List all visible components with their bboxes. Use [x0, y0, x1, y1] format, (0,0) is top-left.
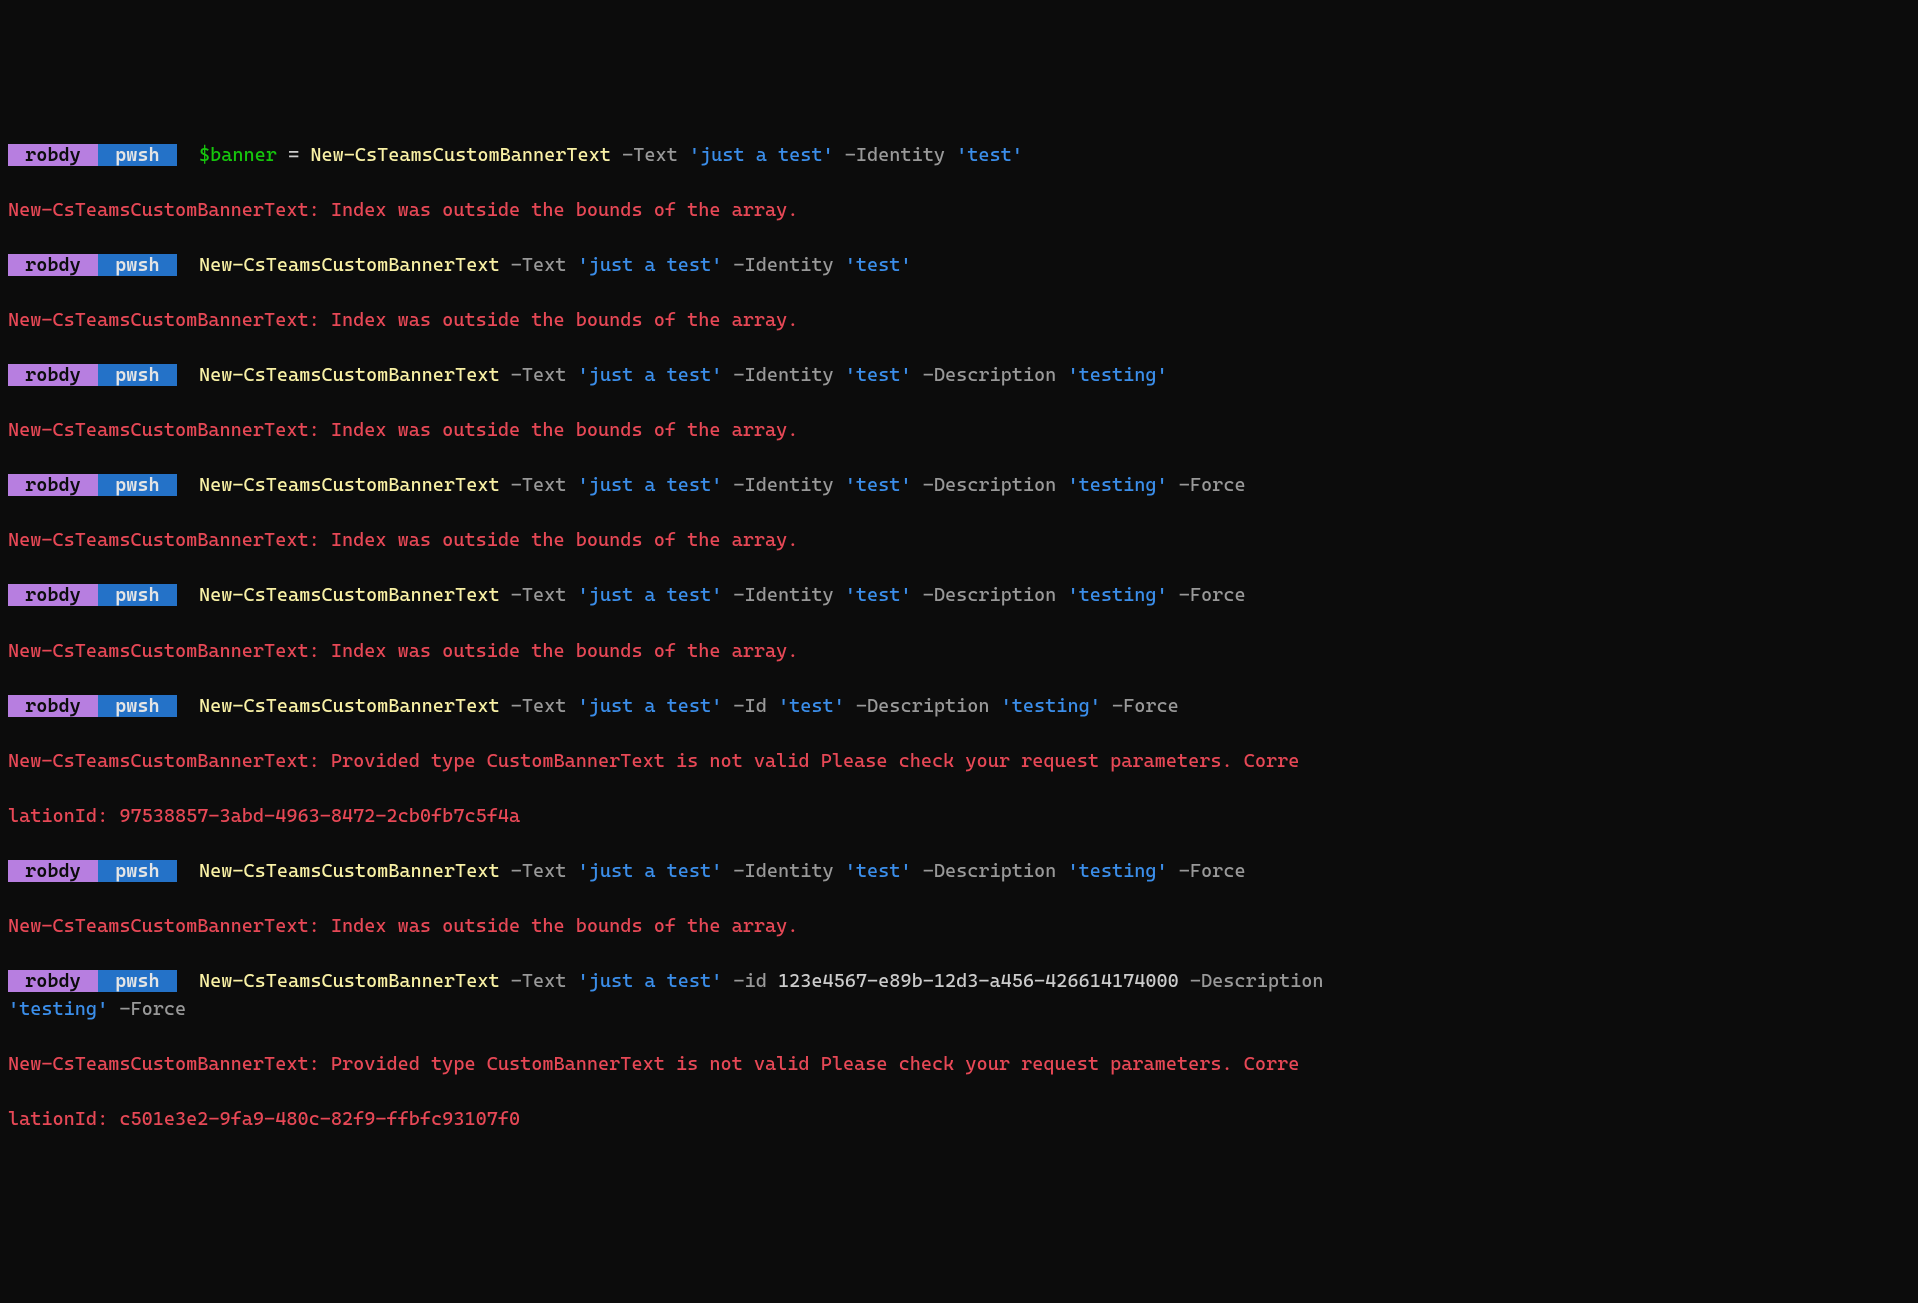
prompt-shell: pwsh — [98, 364, 177, 386]
prompt-shell: pwsh — [98, 144, 177, 166]
error-line: New-CsTeamsCustomBannerText: Index was o… — [8, 417, 1910, 445]
param-identity: -Identity — [733, 364, 833, 386]
param-identity: -Identity — [733, 474, 833, 496]
command-line: robdy pwsh New-CsTeamsCustomBannerText -… — [8, 362, 1910, 390]
cmdlet: New-CsTeamsCustomBannerText — [199, 695, 500, 717]
cmdlet: New-CsTeamsCustomBannerText — [199, 474, 500, 496]
string-literal: 'just a test' — [689, 144, 834, 166]
prompt-user: robdy — [8, 970, 98, 992]
param-text: -Text — [511, 584, 567, 606]
error-line: New-CsTeamsCustomBannerText: Provided ty… — [8, 748, 1910, 776]
param-description: -Description — [923, 860, 1057, 882]
error-line: lationId: c501e3e2-9fa9-480c-82f9-ffbfc9… — [8, 1106, 1910, 1134]
prompt-shell: pwsh — [98, 860, 177, 882]
variable: $banner — [199, 144, 277, 166]
param-text: -Text — [622, 144, 678, 166]
string-literal: 'test' — [845, 364, 912, 386]
param-identity: -Identity — [733, 254, 833, 276]
error-line: New-CsTeamsCustomBannerText: Index was o… — [8, 307, 1910, 335]
command-line: robdy pwsh New-CsTeamsCustomBannerText -… — [8, 252, 1910, 280]
prompt-user: robdy — [8, 860, 98, 882]
string-literal: 'test' — [778, 695, 845, 717]
string-literal: 'testing' — [1067, 584, 1167, 606]
prompt-user: robdy — [8, 584, 98, 606]
command-line: robdy pwsh New-CsTeamsCustomBannerText -… — [8, 693, 1910, 721]
operator: = — [277, 144, 310, 166]
param-force: -Force — [1179, 584, 1246, 606]
param-text: -Text — [511, 970, 567, 992]
error-line: New-CsTeamsCustomBannerText: Index was o… — [8, 527, 1910, 555]
param-text: -Text — [511, 695, 567, 717]
string-literal: 'just a test' — [578, 860, 723, 882]
string-literal: 'test' — [845, 254, 912, 276]
string-literal: 'just a test' — [578, 584, 723, 606]
error-line: New-CsTeamsCustomBannerText: Index was o… — [8, 913, 1910, 941]
prompt-user: robdy — [8, 474, 98, 496]
param-text: -Text — [511, 860, 567, 882]
cmdlet: New-CsTeamsCustomBannerText — [199, 970, 500, 992]
string-literal: 'just a test' — [578, 364, 723, 386]
param-identity: -Identity — [733, 860, 833, 882]
error-line: New-CsTeamsCustomBannerText: Index was o… — [8, 638, 1910, 666]
param-id-lc: -id — [733, 970, 766, 992]
error-line: lationId: 97538857-3abd-4963-8472-2cb0fb… — [8, 803, 1910, 831]
error-line: New-CsTeamsCustomBannerText: Index was o… — [8, 197, 1910, 225]
string-literal: 'just a test' — [578, 254, 723, 276]
prompt-shell: pwsh — [98, 695, 177, 717]
cmdlet: New-CsTeamsCustomBannerText — [199, 254, 500, 276]
prompt-shell: pwsh — [98, 970, 177, 992]
string-literal: 'testing' — [1067, 364, 1167, 386]
prompt-user: robdy — [8, 364, 98, 386]
command-line: robdy pwsh New-CsTeamsCustomBannerText -… — [8, 472, 1910, 500]
guid-value: 123e4567-e89b-12d3-a456-426614174000 — [778, 970, 1179, 992]
param-force: -Force — [1179, 860, 1246, 882]
terminal-output[interactable]: robdy pwsh $banner = New-CsTeamsCustomBa… — [8, 114, 1910, 1161]
param-description: -Description — [1190, 970, 1324, 992]
string-literal: 'just a test' — [578, 695, 723, 717]
string-literal: 'test' — [845, 474, 912, 496]
cmdlet: New-CsTeamsCustomBannerText — [199, 364, 500, 386]
prompt-user: robdy — [8, 144, 98, 166]
param-text: -Text — [511, 254, 567, 276]
cmdlet: New-CsTeamsCustomBannerText — [199, 860, 500, 882]
prompt-user: robdy — [8, 254, 98, 276]
param-identity: -Identity — [733, 584, 833, 606]
param-description: -Description — [923, 474, 1057, 496]
string-literal: 'testing' — [1001, 695, 1101, 717]
prompt-shell: pwsh — [98, 474, 177, 496]
param-identity: -Identity — [845, 144, 945, 166]
param-description: -Description — [856, 695, 990, 717]
param-id: -Id — [733, 695, 766, 717]
command-line: robdy pwsh New-CsTeamsCustomBannerText -… — [8, 968, 1910, 1023]
param-description: -Description — [923, 584, 1057, 606]
string-literal: 'just a test' — [578, 474, 723, 496]
string-literal: 'test' — [845, 860, 912, 882]
command-line: robdy pwsh $banner = New-CsTeamsCustomBa… — [8, 142, 1910, 170]
param-description: -Description — [923, 364, 1057, 386]
string-literal: 'testing' — [8, 998, 108, 1020]
param-force: -Force — [1112, 695, 1179, 717]
string-literal: 'just a test' — [578, 970, 723, 992]
prompt-shell: pwsh — [98, 584, 177, 606]
param-force: -Force — [1179, 474, 1246, 496]
string-literal: 'testing' — [1067, 474, 1167, 496]
command-line: robdy pwsh New-CsTeamsCustomBannerText -… — [8, 582, 1910, 610]
cmdlet: New-CsTeamsCustomBannerText — [199, 584, 500, 606]
param-text: -Text — [511, 364, 567, 386]
string-literal: 'test' — [956, 144, 1023, 166]
command-line: robdy pwsh New-CsTeamsCustomBannerText -… — [8, 858, 1910, 886]
string-literal: 'test' — [845, 584, 912, 606]
string-literal: 'testing' — [1067, 860, 1167, 882]
param-force: -Force — [119, 998, 186, 1020]
cmdlet: New-CsTeamsCustomBannerText — [310, 144, 611, 166]
prompt-shell: pwsh — [98, 254, 177, 276]
param-text: -Text — [511, 474, 567, 496]
error-line: New-CsTeamsCustomBannerText: Provided ty… — [8, 1051, 1910, 1079]
prompt-user: robdy — [8, 695, 98, 717]
